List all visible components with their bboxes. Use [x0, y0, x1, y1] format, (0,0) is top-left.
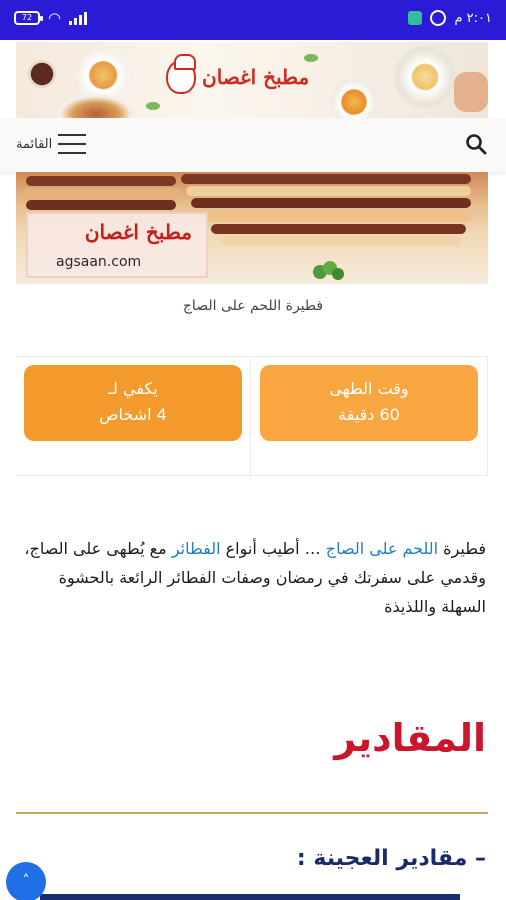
image-caption: فطيرة اللحم على الصاج: [182, 298, 324, 314]
search-icon[interactable]: [464, 132, 488, 156]
wifi-icon: ◠: [48, 9, 62, 27]
food-image: [394, 46, 456, 108]
servings-value: 4 اشخاص: [99, 405, 167, 424]
hamburger-icon: [58, 134, 87, 154]
ingredients-heading: المقادير: [334, 716, 486, 760]
status-icons-left: 72 ◠: [14, 9, 88, 27]
header-banner[interactable]: مطبخ اغصان: [16, 42, 488, 118]
clock: ٢:٠١ م: [454, 10, 492, 26]
dough-ingredients-heading: – مقادير العجينة :: [296, 846, 486, 871]
cook-time-value: 60 دقيقة: [338, 405, 400, 424]
menu-label: القائمة: [16, 136, 53, 152]
food-image: [330, 78, 378, 118]
nav-bar: القائمة: [0, 118, 506, 172]
recipe-info: وقت الطهى 60 دقيقة يكفي لـ 4 اشخاص: [16, 356, 488, 477]
food-image: [28, 60, 56, 88]
servings-label: يكفي لـ: [108, 379, 158, 398]
content-image-edge: [40, 894, 460, 900]
logo-text: مطبخ اغصان: [202, 65, 310, 89]
intro-paragraph: فطيرة اللحم على الصاج … أطيب أنواع الفطا…: [20, 534, 486, 621]
status-bar: 72 ◠ ٢:٠١ م: [0, 0, 506, 40]
watermark-site: agsaan.com: [56, 254, 142, 270]
menu-button[interactable]: القائمة: [16, 134, 87, 154]
cook-time-box: وقت الطهى 60 دقيقة: [260, 365, 478, 441]
chef-icon: [166, 54, 196, 94]
cook-time-label: وقت الطهى: [329, 379, 409, 398]
chevron-up-icon: ˄: [22, 873, 30, 889]
scroll-to-top-button[interactable]: ˄: [6, 862, 46, 900]
alarm-icon: [430, 10, 447, 26]
link-meat-on-saj[interactable]: اللحم على الصاج: [326, 539, 438, 558]
watermark-title: مطبخ اغصان: [84, 220, 192, 244]
divider: [16, 812, 488, 814]
link-pastries[interactable]: الفطائر: [172, 539, 221, 558]
battery-icon: 72: [14, 11, 43, 25]
watermark-card: مطبخ اغصان agsaan.com: [26, 212, 208, 278]
servings-box: يكفي لـ 4 اشخاص: [24, 365, 242, 441]
parsley-icon: [313, 261, 344, 280]
status-icons-right: ٢:٠١ م: [408, 10, 492, 26]
site-logo[interactable]: مطبخ اغصان: [166, 54, 310, 94]
intro-text: فطيرة: [438, 539, 486, 558]
app-notification-icon: [408, 11, 423, 25]
hand-image: [454, 72, 488, 112]
recipe-hero-image: مطبخ اغصان agsaan.com: [16, 172, 488, 284]
intro-text: … أطيب أنواع: [220, 539, 326, 558]
signal-icon: [69, 11, 88, 25]
